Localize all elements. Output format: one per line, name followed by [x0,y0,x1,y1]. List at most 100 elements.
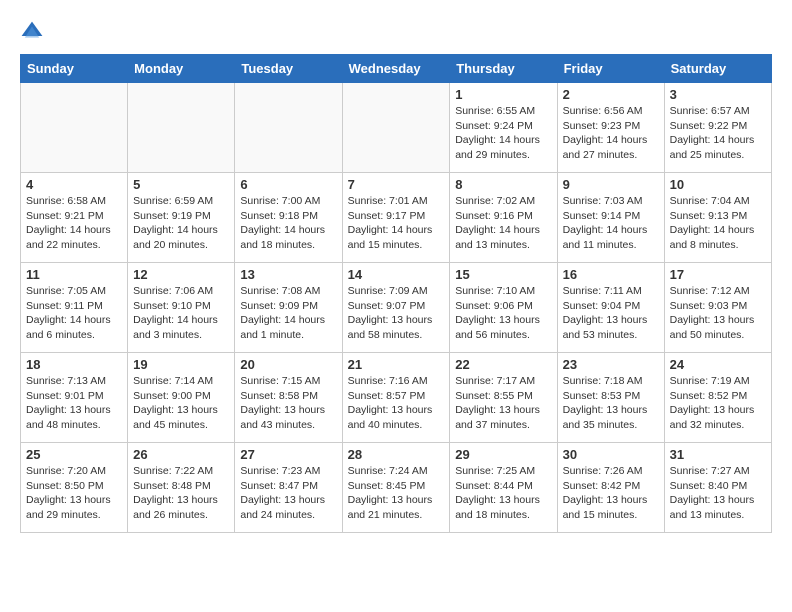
week-row: 1 Sunrise: 6:55 AM Sunset: 9:24 PM Daylig… [21,83,772,173]
day-info: Sunrise: 7:26 AM Sunset: 8:42 PM Dayligh… [563,464,659,523]
weekday-header: Friday [557,55,664,83]
day-number: 3 [670,87,766,102]
day-info: Sunrise: 7:04 AM Sunset: 9:13 PM Dayligh… [670,194,766,253]
day-cell: 30 Sunrise: 7:26 AM Sunset: 8:42 PM Dayli… [557,443,664,533]
day-cell: 25 Sunrise: 7:20 AM Sunset: 8:50 PM Dayli… [21,443,128,533]
day-info: Sunrise: 6:58 AM Sunset: 9:21 PM Dayligh… [26,194,122,253]
day-cell: 27Sunrise: 7:23 AM Sunset: 8:47 PM Dayli… [235,443,342,533]
day-cell: 23Sunrise: 7:18 AM Sunset: 8:53 PM Dayli… [557,353,664,443]
day-info: Sunrise: 7:15 AM Sunset: 8:58 PM Dayligh… [240,374,336,433]
day-number: 4 [26,177,122,192]
day-number: 6 [240,177,336,192]
day-number: 13 [240,267,336,282]
day-number: 25 [26,447,122,462]
day-cell: 13 Sunrise: 7:08 AM Sunset: 9:09 PM Dayli… [235,263,342,353]
logo [20,20,48,44]
day-info: Sunrise: 6:55 AM Sunset: 9:24 PM Dayligh… [455,104,551,163]
day-number: 30 [563,447,659,462]
day-info: Sunrise: 7:16 AM Sunset: 8:57 PM Dayligh… [348,374,445,433]
weekday-header-row: SundayMondayTuesdayWednesdayThursdayFrid… [21,55,772,83]
day-cell: 16 Sunrise: 7:11 AM Sunset: 9:04 PM Dayli… [557,263,664,353]
day-info: Sunrise: 7:11 AM Sunset: 9:04 PM Dayligh… [563,284,659,343]
day-cell: 15 Sunrise: 7:10 AM Sunset: 9:06 PM Dayli… [450,263,557,353]
day-info: Sunrise: 7:08 AM Sunset: 9:09 PM Dayligh… [240,284,336,343]
day-cell: 5 Sunrise: 6:59 AM Sunset: 9:19 PM Daylig… [128,173,235,263]
day-info: Sunrise: 7:17 AM Sunset: 8:55 PM Dayligh… [455,374,551,433]
weekday-header: Saturday [664,55,771,83]
day-number: 18 [26,357,122,372]
day-number: 1 [455,87,551,102]
day-info: Sunrise: 7:22 AM Sunset: 8:48 PM Dayligh… [133,464,229,523]
weekday-header: Monday [128,55,235,83]
day-cell: 20Sunrise: 7:15 AM Sunset: 8:58 PM Dayli… [235,353,342,443]
day-info: Sunrise: 7:14 AM Sunset: 9:00 PM Dayligh… [133,374,229,433]
day-number: 31 [670,447,766,462]
day-info: Sunrise: 7:25 AM Sunset: 8:44 PM Dayligh… [455,464,551,523]
day-number: 7 [348,177,445,192]
week-row: 25 Sunrise: 7:20 AM Sunset: 8:50 PM Dayli… [21,443,772,533]
day-cell: 18 Sunrise: 7:13 AM Sunset: 9:01 PM Dayli… [21,353,128,443]
day-info: Sunrise: 7:09 AM Sunset: 9:07 PM Dayligh… [348,284,445,343]
day-cell: 4 Sunrise: 6:58 AM Sunset: 9:21 PM Daylig… [21,173,128,263]
day-info: Sunrise: 7:12 AM Sunset: 9:03 PM Dayligh… [670,284,766,343]
day-cell: 21Sunrise: 7:16 AM Sunset: 8:57 PM Dayli… [342,353,450,443]
day-info: Sunrise: 7:24 AM Sunset: 8:45 PM Dayligh… [348,464,445,523]
day-number: 11 [26,267,122,282]
day-cell: 31 Sunrise: 7:27 AM Sunset: 8:40 PM Dayli… [664,443,771,533]
day-info: Sunrise: 7:10 AM Sunset: 9:06 PM Dayligh… [455,284,551,343]
day-info: Sunrise: 7:00 AM Sunset: 9:18 PM Dayligh… [240,194,336,253]
day-cell: 8 Sunrise: 7:02 AM Sunset: 9:16 PM Daylig… [450,173,557,263]
day-number: 16 [563,267,659,282]
day-cell: 3 Sunrise: 6:57 AM Sunset: 9:22 PM Daylig… [664,83,771,173]
day-number: 8 [455,177,551,192]
day-cell: 29 Sunrise: 7:25 AM Sunset: 8:44 PM Dayli… [450,443,557,533]
day-info: Sunrise: 6:59 AM Sunset: 9:19 PM Dayligh… [133,194,229,253]
day-cell [235,83,342,173]
day-number: 14 [348,267,445,282]
day-info: Sunrise: 7:06 AM Sunset: 9:10 PM Dayligh… [133,284,229,343]
day-number: 29 [455,447,551,462]
day-number: 9 [563,177,659,192]
day-cell [128,83,235,173]
day-number: 5 [133,177,229,192]
weekday-header: Thursday [450,55,557,83]
day-number: 12 [133,267,229,282]
day-info: Sunrise: 7:13 AM Sunset: 9:01 PM Dayligh… [26,374,122,433]
day-number: 22 [455,357,551,372]
day-number: 19 [133,357,229,372]
logo-icon [20,20,44,44]
day-number: 23 [563,357,659,372]
week-row: 18 Sunrise: 7:13 AM Sunset: 9:01 PM Dayli… [21,353,772,443]
day-info: Sunrise: 6:56 AM Sunset: 9:23 PM Dayligh… [563,104,659,163]
day-cell: 14 Sunrise: 7:09 AM Sunset: 9:07 PM Dayli… [342,263,450,353]
day-cell: 26Sunrise: 7:22 AM Sunset: 8:48 PM Dayli… [128,443,235,533]
day-cell: 17 Sunrise: 7:12 AM Sunset: 9:03 PM Dayli… [664,263,771,353]
day-info: Sunrise: 7:23 AM Sunset: 8:47 PM Dayligh… [240,464,336,523]
day-cell: 22 Sunrise: 7:17 AM Sunset: 8:55 PM Dayli… [450,353,557,443]
day-number: 15 [455,267,551,282]
week-row: 4 Sunrise: 6:58 AM Sunset: 9:21 PM Daylig… [21,173,772,263]
day-number: 17 [670,267,766,282]
day-info: Sunrise: 7:03 AM Sunset: 9:14 PM Dayligh… [563,194,659,253]
day-info: Sunrise: 7:01 AM Sunset: 9:17 PM Dayligh… [348,194,445,253]
day-info: Sunrise: 7:19 AM Sunset: 8:52 PM Dayligh… [670,374,766,433]
day-cell [21,83,128,173]
day-info: Sunrise: 7:02 AM Sunset: 9:16 PM Dayligh… [455,194,551,253]
day-cell: 19 Sunrise: 7:14 AM Sunset: 9:00 PM Dayli… [128,353,235,443]
week-row: 11 Sunrise: 7:05 AM Sunset: 9:11 PM Dayli… [21,263,772,353]
day-info: Sunrise: 6:57 AM Sunset: 9:22 PM Dayligh… [670,104,766,163]
day-info: Sunrise: 7:05 AM Sunset: 9:11 PM Dayligh… [26,284,122,343]
day-number: 2 [563,87,659,102]
day-info: Sunrise: 7:27 AM Sunset: 8:40 PM Dayligh… [670,464,766,523]
day-cell: 1 Sunrise: 6:55 AM Sunset: 9:24 PM Daylig… [450,83,557,173]
day-cell: 11 Sunrise: 7:05 AM Sunset: 9:11 PM Dayli… [21,263,128,353]
day-cell: 12 Sunrise: 7:06 AM Sunset: 9:10 PM Dayli… [128,263,235,353]
day-number: 24 [670,357,766,372]
day-cell: 9 Sunrise: 7:03 AM Sunset: 9:14 PM Daylig… [557,173,664,263]
day-number: 28 [348,447,445,462]
day-cell [342,83,450,173]
day-info: Sunrise: 7:20 AM Sunset: 8:50 PM Dayligh… [26,464,122,523]
day-cell: 7 Sunrise: 7:01 AM Sunset: 9:17 PM Daylig… [342,173,450,263]
day-cell: 28 Sunrise: 7:24 AM Sunset: 8:45 PM Dayli… [342,443,450,533]
weekday-header: Tuesday [235,55,342,83]
